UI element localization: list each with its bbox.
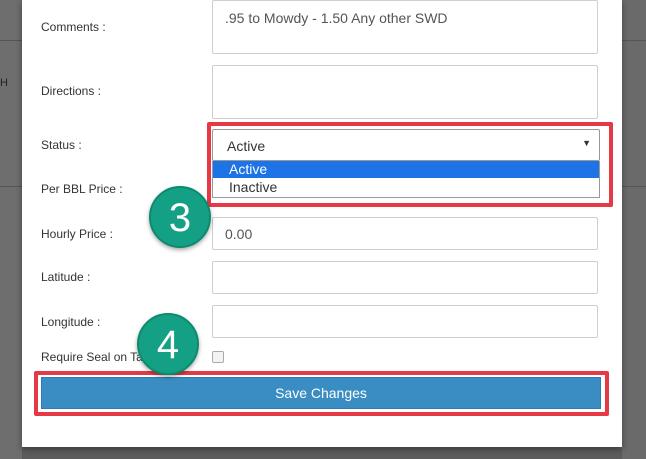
background-divider — [622, 186, 646, 187]
hourly-price-label: Hourly Price : — [41, 227, 114, 241]
longitude-input[interactable] — [212, 305, 598, 338]
hourly-price-value: 0.00 — [225, 226, 253, 242]
background-page-right — [622, 0, 646, 459]
background-divider — [622, 40, 646, 41]
require-seal-label: Require Seal on Ta — [41, 350, 143, 364]
background-divider — [0, 186, 22, 187]
status-label: Status : — [41, 138, 82, 152]
comments-value: .95 to Mowdy - 1.50 Any other SWD — [225, 10, 448, 26]
per-bbl-price-label: Per BBL Price : — [41, 182, 123, 196]
edit-modal: Comments : .95 to Mowdy - 1.50 Any other… — [22, 0, 622, 447]
step-3-badge: 3 — [149, 186, 211, 248]
require-seal-checkbox[interactable] — [212, 351, 224, 363]
save-highlight-box — [34, 371, 609, 416]
directions-label: Directions : — [41, 84, 102, 98]
longitude-label: Longitude : — [41, 315, 101, 329]
latitude-label: Latitude : — [41, 270, 91, 284]
background-divider — [0, 40, 22, 41]
latitude-input[interactable] — [212, 261, 598, 294]
status-highlight-box — [207, 122, 613, 207]
background-page-left: H — [0, 0, 22, 459]
background-text-fragment: H — [0, 77, 8, 89]
comments-textarea[interactable]: .95 to Mowdy - 1.50 Any other SWD — [212, 0, 598, 54]
step-4-badge: 4 — [137, 313, 199, 375]
directions-textarea[interactable] — [212, 65, 598, 119]
hourly-price-input[interactable]: 0.00 — [212, 217, 598, 250]
comments-label: Comments : — [41, 20, 106, 34]
